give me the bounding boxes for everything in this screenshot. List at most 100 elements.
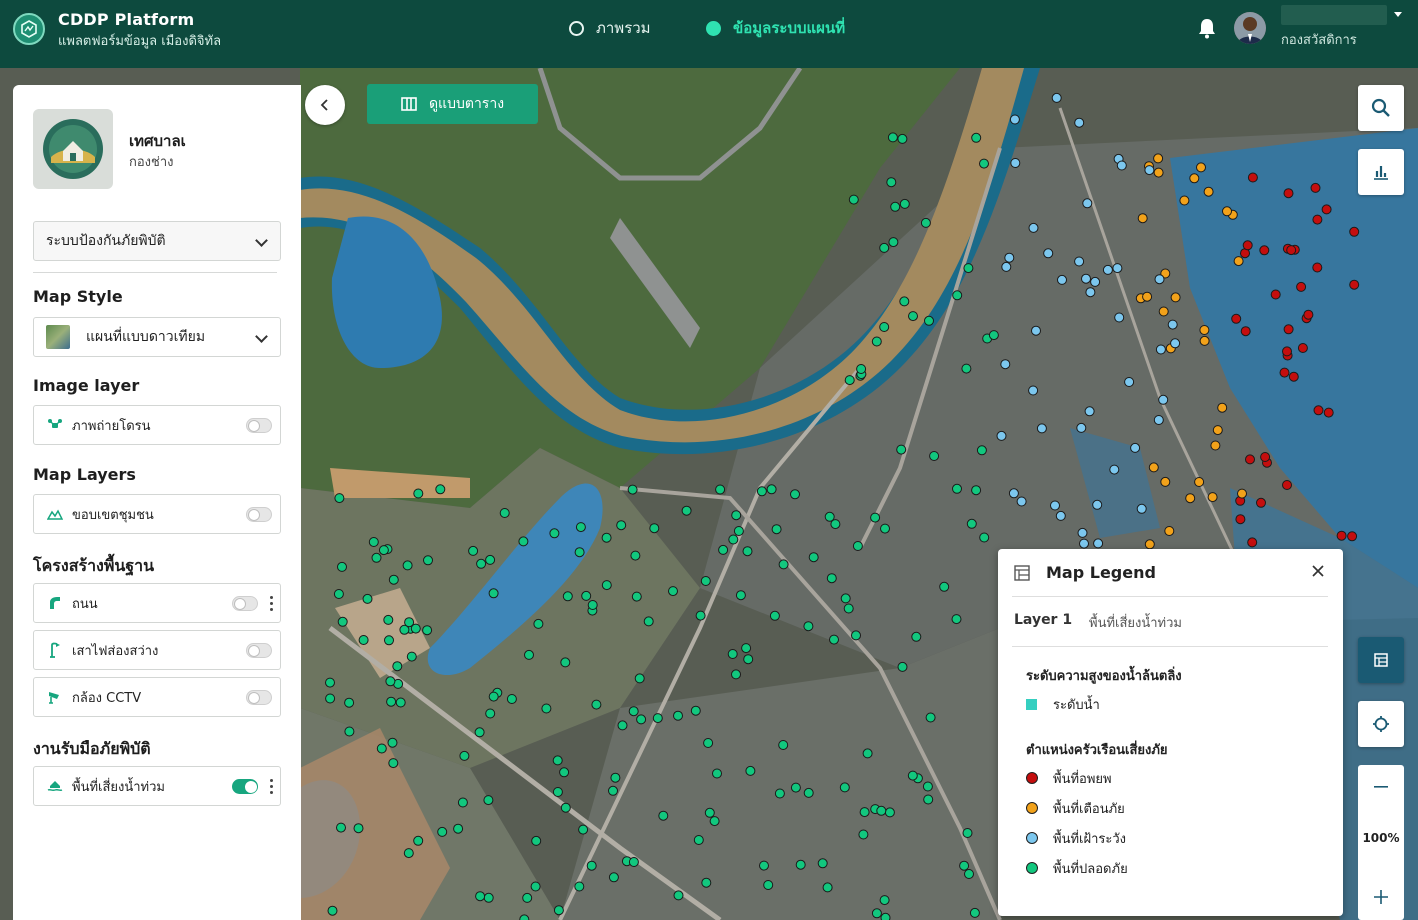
- household-marker[interactable]: [668, 586, 678, 597]
- household-marker[interactable]: [735, 590, 746, 601]
- household-marker[interactable]: [560, 802, 571, 813]
- toggle-boundary[interactable]: [246, 507, 272, 522]
- user-name-redacted[interactable]: [1281, 5, 1387, 25]
- household-marker[interactable]: [574, 547, 585, 558]
- household-marker[interactable]: [1313, 405, 1324, 416]
- household-marker[interactable]: [771, 524, 782, 535]
- toggle-cctv[interactable]: [246, 690, 272, 705]
- household-marker[interactable]: [1222, 206, 1232, 217]
- household-marker[interactable]: [852, 541, 863, 551]
- household-marker[interactable]: [552, 787, 563, 797]
- household-marker[interactable]: [336, 822, 346, 833]
- household-marker[interactable]: [368, 537, 379, 547]
- household-marker[interactable]: [922, 781, 933, 792]
- household-marker[interactable]: [769, 610, 780, 621]
- household-marker[interactable]: [643, 616, 654, 627]
- household-marker[interactable]: [1189, 173, 1200, 184]
- household-marker[interactable]: [475, 891, 486, 902]
- household-marker[interactable]: [1336, 530, 1347, 541]
- household-marker[interactable]: [1282, 480, 1292, 490]
- household-marker[interactable]: [1028, 385, 1039, 396]
- household-marker[interactable]: [951, 614, 962, 625]
- nav-map-data[interactable]: ข้อมูลระบบแผนที่: [706, 16, 845, 40]
- household-marker[interactable]: [673, 710, 683, 721]
- household-marker[interactable]: [1081, 273, 1091, 284]
- layer-row-boundary[interactable]: ขอบเขตชุมชน: [33, 494, 281, 534]
- household-marker[interactable]: [560, 657, 571, 668]
- household-marker[interactable]: [890, 201, 901, 212]
- household-marker[interactable]: [1194, 477, 1205, 487]
- household-marker[interactable]: [840, 593, 851, 604]
- household-marker[interactable]: [1016, 496, 1027, 507]
- household-marker[interactable]: [333, 589, 344, 599]
- household-marker[interactable]: [888, 237, 899, 248]
- household-marker[interactable]: [627, 484, 638, 495]
- household-marker[interactable]: [830, 519, 841, 530]
- household-marker[interactable]: [817, 858, 828, 869]
- household-marker[interactable]: [628, 706, 639, 717]
- household-marker[interactable]: [1155, 344, 1166, 355]
- household-marker[interactable]: [808, 552, 819, 563]
- household-marker[interactable]: [362, 593, 373, 604]
- household-marker[interactable]: [1084, 406, 1095, 417]
- household-marker[interactable]: [552, 755, 563, 766]
- household-marker[interactable]: [1217, 402, 1228, 413]
- household-marker[interactable]: [880, 523, 890, 534]
- household-marker[interactable]: [1137, 213, 1148, 224]
- household-marker[interactable]: [1259, 245, 1270, 256]
- household-marker[interactable]: [1242, 240, 1253, 251]
- household-marker[interactable]: [403, 848, 414, 859]
- household-marker[interactable]: [774, 788, 785, 799]
- map-style-select[interactable]: แผนที่แบบดาวเทียม: [33, 317, 281, 357]
- household-marker[interactable]: [727, 649, 738, 659]
- household-marker[interactable]: [897, 661, 908, 672]
- household-marker[interactable]: [1153, 167, 1164, 178]
- household-marker[interactable]: [862, 748, 873, 759]
- household-marker[interactable]: [961, 363, 972, 374]
- household-marker[interactable]: [1114, 312, 1125, 323]
- household-marker[interactable]: [695, 610, 706, 621]
- household-marker[interactable]: [1312, 214, 1323, 225]
- household-marker[interactable]: [616, 520, 627, 531]
- household-marker[interactable]: [741, 643, 752, 654]
- household-marker[interactable]: [1179, 195, 1190, 206]
- household-marker[interactable]: [701, 877, 712, 888]
- household-marker[interactable]: [1210, 440, 1221, 451]
- household-marker[interactable]: [392, 661, 403, 672]
- household-marker[interactable]: [1009, 114, 1020, 125]
- household-marker[interactable]: [763, 880, 774, 890]
- household-marker[interactable]: [876, 805, 887, 816]
- toggle-flood[interactable]: [232, 779, 258, 794]
- household-marker[interactable]: [759, 860, 769, 871]
- household-marker[interactable]: [387, 737, 398, 748]
- household-marker[interactable]: [549, 528, 560, 539]
- household-marker[interactable]: [1312, 262, 1323, 273]
- household-marker[interactable]: [1074, 256, 1085, 267]
- household-marker[interactable]: [733, 526, 744, 536]
- household-marker[interactable]: [1231, 313, 1242, 324]
- search-button[interactable]: [1358, 85, 1404, 131]
- household-marker[interactable]: [610, 772, 621, 783]
- household-marker[interactable]: [988, 330, 999, 341]
- household-marker[interactable]: [1079, 538, 1089, 549]
- toggle-road[interactable]: [232, 596, 258, 611]
- household-marker[interactable]: [1092, 499, 1103, 510]
- household-marker[interactable]: [879, 322, 890, 332]
- household-marker[interactable]: [649, 523, 660, 534]
- layer-row-flood[interactable]: พื้นที่เสี่ยงน้ำท่วม: [33, 766, 281, 806]
- household-marker[interactable]: [553, 905, 564, 916]
- household-marker[interactable]: [386, 696, 397, 707]
- household-marker[interactable]: [1260, 452, 1271, 462]
- household-marker[interactable]: [871, 908, 882, 919]
- table-view-button[interactable]: ดูแบบตาราง: [367, 84, 538, 124]
- zoom-out-button[interactable]: [1358, 767, 1404, 807]
- household-marker[interactable]: [574, 881, 585, 892]
- household-marker[interactable]: [483, 795, 494, 806]
- household-marker[interactable]: [453, 823, 464, 834]
- household-marker[interactable]: [920, 217, 931, 228]
- household-marker[interactable]: [531, 835, 542, 846]
- household-marker[interactable]: [756, 486, 767, 497]
- household-marker[interactable]: [1001, 261, 1012, 272]
- household-marker[interactable]: [376, 743, 387, 754]
- household-marker[interactable]: [1158, 306, 1169, 317]
